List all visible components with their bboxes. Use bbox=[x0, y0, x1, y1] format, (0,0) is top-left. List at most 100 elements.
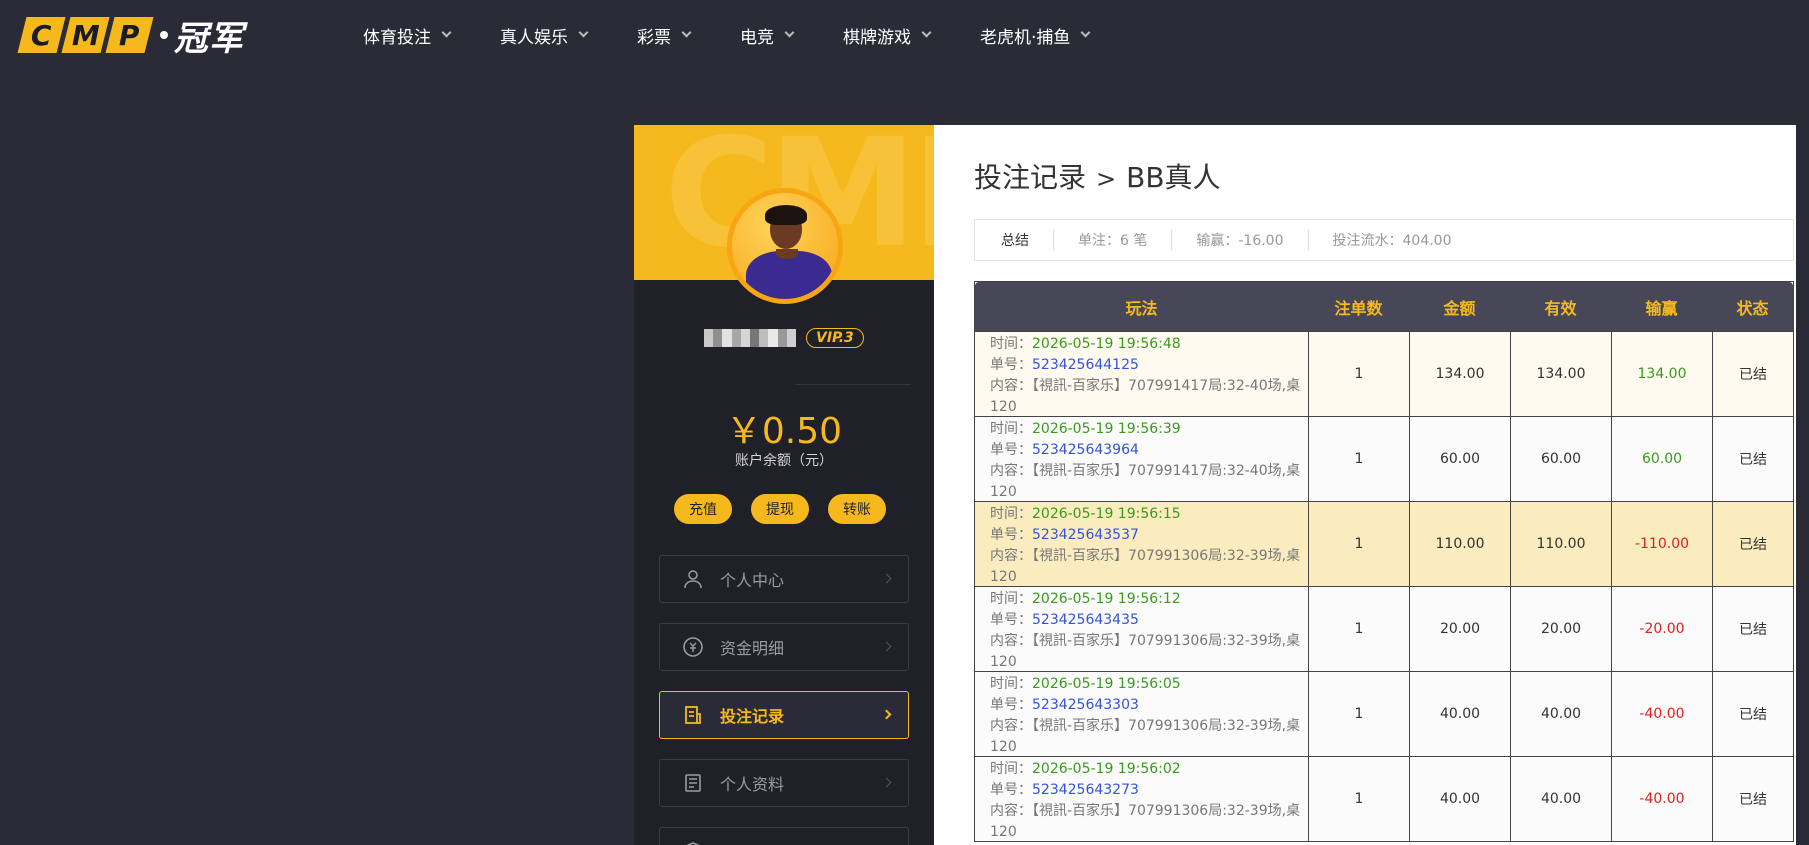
bet-time: 2026-05-19 19:56:05 bbox=[1032, 676, 1181, 692]
main-content: 投注记录 > BB真人 总结 单注：6 笔 输赢：-16.00 投注流水：404.0… bbox=[934, 125, 1809, 845]
bet-number-link[interactable]: 523425643303 bbox=[1032, 697, 1139, 713]
logo-letter-box: P bbox=[105, 17, 154, 53]
chevron-down-icon bbox=[784, 27, 795, 38]
sidebar-item-personal-center[interactable]: 个人中心 bbox=[659, 555, 909, 603]
bet-winloss: 134.00 bbox=[1611, 332, 1712, 416]
bet-content-table: 120 bbox=[990, 739, 1017, 755]
bet-winloss: -40.00 bbox=[1611, 757, 1712, 841]
logo-letter: C bbox=[31, 18, 52, 52]
sidebar-item-label: 个人资料 bbox=[720, 775, 785, 794]
nav-item-slots-fishing[interactable]: 老虎机·捕鱼 bbox=[980, 22, 1091, 48]
withdraw-button[interactable]: 提现 bbox=[751, 494, 809, 524]
bet-time: 2026-05-19 19:56:15 bbox=[1032, 506, 1181, 522]
bet-number-link[interactable]: 523425643537 bbox=[1032, 527, 1139, 543]
logo-letter-box: M bbox=[61, 17, 110, 53]
top-navbar: C M P 冠军 体育投注 真人娱乐 彩票 电竞 棋牌游戏 老虎机·捕鱼 bbox=[0, 0, 1809, 70]
bet-status: 已结 bbox=[1712, 502, 1793, 586]
nav-item-sports[interactable]: 体育投注 bbox=[363, 22, 452, 48]
chevron-down-icon bbox=[441, 27, 452, 38]
bet-time: 2026-05-19 19:56:02 bbox=[1032, 761, 1181, 777]
bet-content: 【視訊-百家乐】707991417局:32-40场,桌 bbox=[1032, 378, 1301, 394]
bet-time: 2026-05-19 19:56:12 bbox=[1032, 591, 1181, 607]
summary-winloss: 输赢：-16.00 bbox=[1172, 230, 1309, 250]
bet-status: 已结 bbox=[1712, 757, 1793, 841]
bet-records-table: 玩法 注单数 金额 有效 输赢 状态 时间：2026-05-19 19:56:4… bbox=[974, 281, 1794, 842]
logo-chinese-text: 冠军 bbox=[174, 18, 244, 59]
bet-count: 1 bbox=[1308, 672, 1409, 756]
bet-amount: 60.00 bbox=[1409, 417, 1510, 501]
bet-winloss: -110.00 bbox=[1611, 502, 1712, 586]
sidebar-item-label: 个人中心 bbox=[720, 571, 785, 590]
column-header-amount: 金额 bbox=[1443, 298, 1476, 318]
sidebar-item-next[interactable] bbox=[659, 827, 909, 845]
bet-valid: 110.00 bbox=[1510, 502, 1611, 586]
nav-item-lottery[interactable]: 彩票 bbox=[637, 22, 692, 48]
chevron-down-icon bbox=[681, 27, 692, 38]
table-row[interactable]: 时间：2026-05-19 19:56:39 单号：523425643964 内… bbox=[975, 416, 1793, 501]
vip-badge: VIP.3 bbox=[806, 328, 864, 348]
bet-content: 【視訊-百家乐】707991306局:32-39场,桌 bbox=[1032, 803, 1301, 819]
sidebar-item-bet-records[interactable]: 投注记录 bbox=[659, 691, 909, 739]
column-header-count: 注单数 bbox=[1334, 298, 1383, 318]
table-row[interactable]: 时间：2026-05-19 19:56:02 单号：523425643273 内… bbox=[975, 756, 1793, 841]
bet-time: 2026-05-19 19:56:39 bbox=[1032, 421, 1181, 437]
bet-content: 【視訊-百家乐】707991417局:32-40场,桌 bbox=[1032, 463, 1301, 479]
shield-icon bbox=[682, 840, 704, 845]
brand-logo[interactable]: C M P 冠军 bbox=[17, 17, 244, 59]
chevron-right-icon bbox=[881, 573, 892, 584]
logo-letter: M bbox=[71, 18, 100, 52]
sidebar-item-profile[interactable]: 个人资料 bbox=[659, 759, 909, 807]
deposit-button[interactable]: 充值 bbox=[674, 494, 732, 524]
table-row[interactable]: 时间：2026-05-19 19:56:05 单号：523425643303 内… bbox=[975, 671, 1793, 756]
main-nav: 体育投注 真人娱乐 彩票 电竞 棋牌游戏 老虎机·捕鱼 bbox=[363, 22, 1139, 48]
balance-label: 账户余额（元） bbox=[735, 453, 833, 469]
bet-info-cell: 时间：2026-05-19 19:56:48 单号：523425644125 内… bbox=[975, 332, 1308, 416]
bet-amount: 134.00 bbox=[1409, 332, 1510, 416]
bet-number-link[interactable]: 523425643964 bbox=[1032, 442, 1139, 458]
bet-info-cell: 时间：2026-05-19 19:56:39 单号：523425643964 内… bbox=[975, 417, 1308, 501]
logo-dot bbox=[160, 31, 168, 39]
bet-info-cell: 时间：2026-05-19 19:56:05 单号：523425643303 内… bbox=[975, 672, 1308, 756]
bet-content-table: 120 bbox=[990, 399, 1017, 415]
profile-doc-icon bbox=[682, 772, 704, 794]
sidebar-item-funds[interactable]: 资金明细 bbox=[659, 623, 909, 671]
table-row[interactable]: 时间：2026-05-19 19:56:12 单号：523425643435 内… bbox=[975, 586, 1793, 671]
chevron-down-icon bbox=[578, 27, 589, 38]
bet-status: 已结 bbox=[1712, 417, 1793, 501]
nav-item-card-games[interactable]: 棋牌游戏 bbox=[843, 22, 932, 48]
bet-winloss: -40.00 bbox=[1611, 672, 1712, 756]
nav-label: 体育投注 bbox=[363, 27, 431, 48]
summary-label: 总结 bbox=[975, 230, 1054, 250]
bet-amount: 20.00 bbox=[1409, 587, 1510, 671]
nav-item-live-casino[interactable]: 真人娱乐 bbox=[500, 22, 589, 48]
username-blurred bbox=[704, 329, 797, 347]
breadcrumb-main[interactable]: 投注记录 bbox=[974, 161, 1086, 194]
sidebar-item-label: 投注记录 bbox=[720, 707, 785, 726]
transfer-button[interactable]: 转账 bbox=[828, 494, 886, 524]
summary-bar: 总结 单注：6 笔 输赢：-16.00 投注流水：404.00 bbox=[974, 219, 1794, 261]
bet-number-link[interactable]: 523425643273 bbox=[1032, 782, 1139, 798]
nav-label: 电竞 bbox=[740, 27, 774, 48]
bet-number-link[interactable]: 523425644125 bbox=[1032, 357, 1139, 373]
nav-item-esports[interactable]: 电竞 bbox=[740, 22, 795, 48]
account-sidebar: CMP VIP.3 ￥0.50 账户余额（元） 充值 提现 转账 个人中心 资金… bbox=[634, 125, 934, 845]
page-edge bbox=[1796, 125, 1809, 845]
column-header-winloss: 输赢 bbox=[1645, 298, 1678, 318]
chevron-down-icon bbox=[921, 27, 932, 38]
bet-count: 1 bbox=[1308, 587, 1409, 671]
avatar[interactable] bbox=[727, 188, 843, 304]
table-row[interactable]: 时间：2026-05-19 19:56:15 单号：523425643537 内… bbox=[975, 501, 1793, 586]
table-row[interactable]: 时间：2026-05-19 19:56:48 单号：523425644125 内… bbox=[975, 331, 1793, 416]
bet-record-icon bbox=[682, 704, 704, 726]
bet-valid: 134.00 bbox=[1510, 332, 1611, 416]
username-row: VIP.3 bbox=[704, 328, 864, 348]
bet-winloss: -20.00 bbox=[1611, 587, 1712, 671]
nav-label: 真人娱乐 bbox=[500, 27, 568, 48]
breadcrumb-separator: > bbox=[1096, 165, 1117, 193]
column-header-status: 状态 bbox=[1736, 298, 1769, 318]
bet-content-table: 120 bbox=[990, 569, 1017, 585]
bet-count: 1 bbox=[1308, 417, 1409, 501]
summary-bet-count: 单注：6 笔 bbox=[1054, 230, 1173, 250]
money-cycle-icon bbox=[682, 636, 704, 658]
bet-number-link[interactable]: 523425643435 bbox=[1032, 612, 1139, 628]
